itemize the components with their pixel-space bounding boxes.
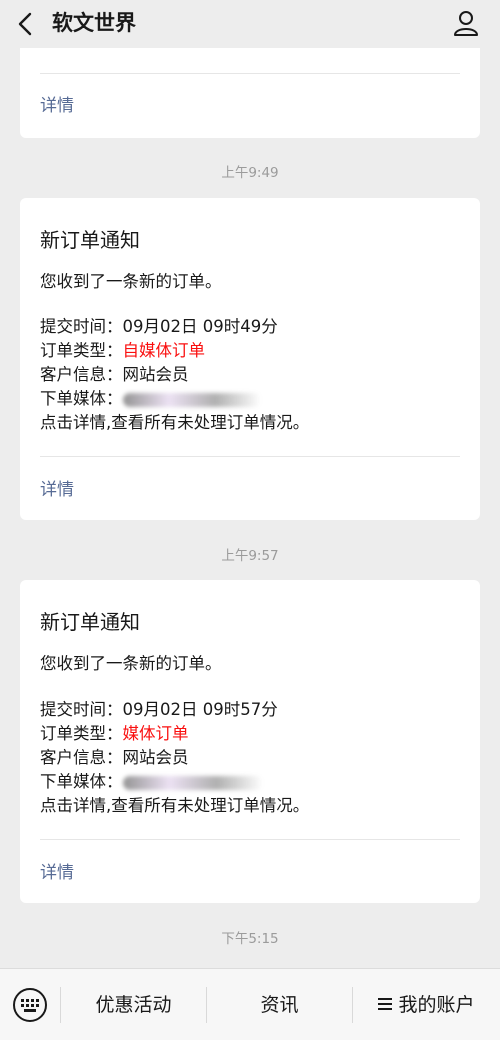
menu-item-my-account[interactable]: 我的账户	[353, 989, 500, 1021]
card-divider	[40, 73, 460, 74]
message-card-partial: 详情	[20, 48, 480, 138]
customer-row: 客户信息：网站会员	[40, 747, 189, 769]
card-intro: 您收到了一条新的订单。	[40, 272, 222, 291]
card-divider	[40, 839, 460, 840]
redacted-media-value	[122, 775, 263, 790]
page-title: 软文世界	[52, 11, 136, 35]
card-footer-text: 点击详情,查看所有未处理订单情况。	[40, 413, 310, 432]
media-row: 下单媒体：	[40, 771, 263, 793]
submit-time-value: 09月02日 09时57分	[122, 700, 278, 719]
hamburger-icon	[378, 997, 393, 1010]
order-type-label: 订单类型：	[40, 724, 123, 743]
redacted-media-value	[122, 392, 261, 407]
order-type-label: 订单类型：	[40, 341, 123, 360]
user-icon[interactable]	[452, 9, 480, 37]
message-timestamp: 上午9:49	[221, 165, 279, 181]
detail-link[interactable]: 详情	[40, 479, 74, 501]
message-card: 新订单通知 您收到了一条新的订单。 提交时间：09月02日 09时49分 订单类…	[20, 198, 480, 520]
menu-item-promotions[interactable]: 优惠活动	[61, 989, 206, 1021]
order-type-row: 订单类型：媒体订单	[40, 723, 189, 745]
customer-value: 网站会员	[122, 365, 189, 384]
submit-time-value: 09月02日 09时49分	[122, 317, 278, 336]
submit-time-label: 提交时间：	[40, 317, 123, 336]
order-type-value: 自媒体订单	[122, 341, 206, 360]
card-divider	[40, 456, 460, 457]
menu-item-news[interactable]: 资讯	[207, 989, 352, 1021]
submit-time-row: 提交时间：09月02日 09时57分	[40, 699, 278, 721]
card-title: 新订单通知	[40, 228, 140, 252]
chevron-left-icon[interactable]	[14, 10, 38, 38]
message-timestamp: 下午5:15	[221, 931, 279, 947]
message-feed[interactable]: 详情 上午9:49 新订单通知 您收到了一条新的订单。 提交时间：09月02日 …	[0, 48, 500, 968]
order-type-value: 媒体订单	[122, 724, 189, 743]
card-title: 新订单通知	[40, 610, 140, 634]
top-bar: 软文世界	[0, 0, 500, 48]
customer-value: 网站会员	[122, 748, 189, 767]
media-label: 下单媒体：	[40, 772, 123, 791]
customer-label: 客户信息：	[40, 748, 123, 767]
message-timestamp: 上午9:57	[221, 548, 279, 564]
customer-label: 客户信息：	[40, 365, 123, 384]
card-footer-text: 点击详情,查看所有未处理订单情况。	[40, 796, 310, 815]
detail-link[interactable]: 详情	[40, 862, 74, 884]
detail-link[interactable]: 详情	[40, 95, 74, 117]
media-row: 下单媒体：	[40, 388, 261, 410]
message-card: 新订单通知 您收到了一条新的订单。 提交时间：09月02日 09时57分 订单类…	[20, 580, 480, 903]
media-label: 下单媒体：	[40, 389, 123, 408]
submit-time-row: 提交时间：09月02日 09时49分	[40, 316, 278, 338]
keyboard-icon[interactable]	[12, 987, 48, 1023]
card-intro: 您收到了一条新的订单。	[40, 654, 222, 673]
submit-time-label: 提交时间：	[40, 700, 123, 719]
bottom-menu-bar: 优惠活动 资讯 我的账户	[0, 968, 500, 1040]
customer-row: 客户信息：网站会员	[40, 364, 189, 386]
order-type-row: 订单类型：自媒体订单	[40, 340, 205, 362]
menu-item-label: 我的账户	[398, 994, 475, 1016]
